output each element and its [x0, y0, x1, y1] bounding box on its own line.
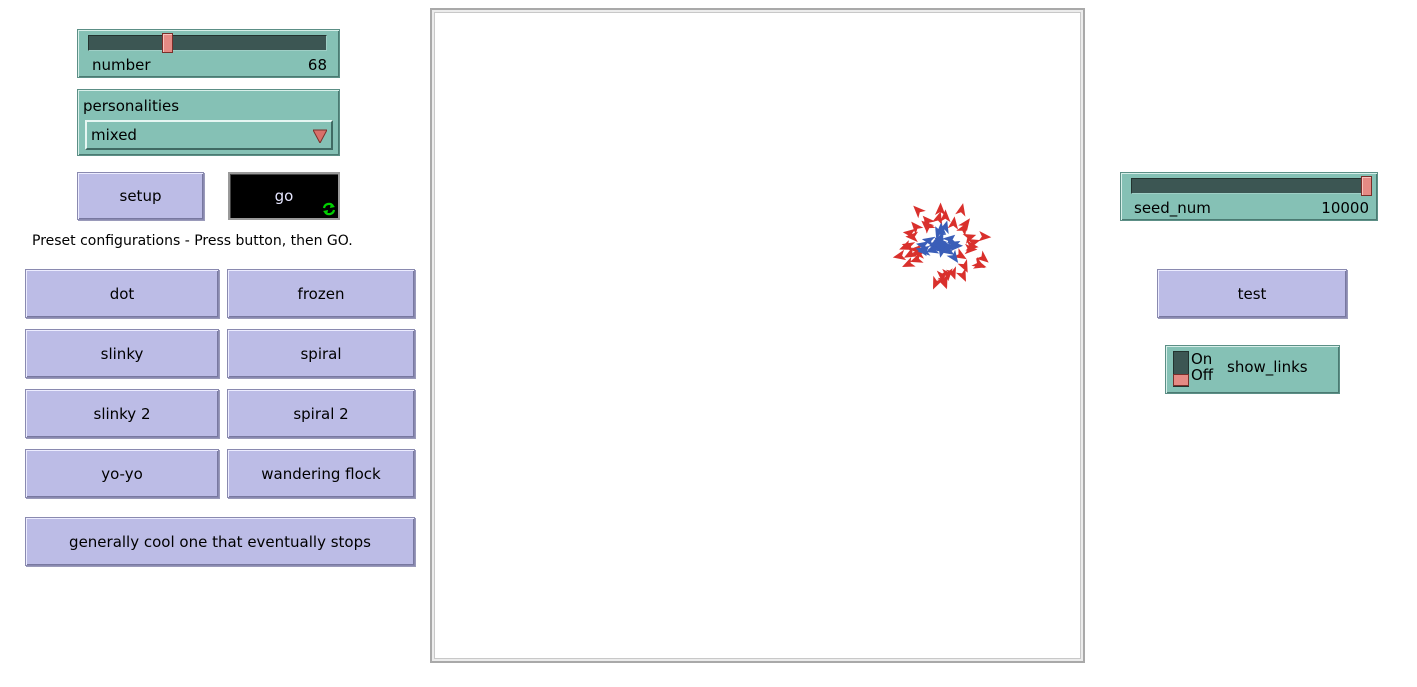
preset-spiral-button[interactable]: spiral — [227, 329, 415, 378]
turtle — [978, 231, 992, 242]
test-button[interactable]: test — [1157, 269, 1347, 318]
preset-frozen-label: frozen — [297, 284, 345, 303]
preset-yo-yo-label: yo-yo — [101, 464, 143, 483]
number-slider-value: 68 — [307, 56, 327, 74]
show-links-label: show_links — [1227, 358, 1308, 376]
switch-knob[interactable] — [1173, 374, 1189, 386]
switch-on-label: On — [1191, 350, 1213, 368]
preset-spiral-2-button[interactable]: spiral 2 — [227, 389, 415, 438]
go-button-label: go — [274, 187, 294, 205]
turtle — [892, 249, 907, 261]
seed-num-slider-knob[interactable] — [1361, 176, 1372, 196]
turtle — [955, 268, 966, 282]
chevron-down-icon — [313, 129, 327, 143]
forever-icon — [322, 202, 336, 216]
personalities-dropdown[interactable]: mixed — [85, 120, 333, 150]
preset-slinky-button[interactable]: slinky — [25, 329, 219, 378]
preset-dot-label: dot — [109, 284, 135, 303]
test-button-label: test — [1237, 284, 1267, 303]
preset-spiral-label: spiral — [300, 344, 342, 363]
preset-wandering-flock-button[interactable]: wandering flock — [227, 449, 415, 498]
number-slider[interactable]: number 68 — [77, 29, 340, 78]
turtle — [955, 203, 966, 217]
preset-slinky-2-label: slinky 2 — [93, 404, 151, 423]
seed-num-slider-label: seed_num — [1134, 199, 1211, 217]
seed-num-slider-value: 10000 — [1321, 199, 1369, 217]
personalities-chooser[interactable]: personalities mixed — [77, 89, 340, 156]
number-slider-track[interactable] — [88, 35, 327, 51]
preset-note: Preset configurations - Press button, th… — [32, 233, 353, 249]
preset-dot-button[interactable]: dot — [25, 269, 219, 318]
preset-slinky-2-button[interactable]: slinky 2 — [25, 389, 219, 438]
personalities-label: personalities — [83, 97, 180, 115]
setup-button-label: setup — [119, 187, 162, 205]
preset-frozen-button[interactable]: frozen — [227, 269, 415, 318]
turtle — [913, 205, 926, 219]
seed-num-slider-track[interactable] — [1131, 178, 1372, 194]
world-view[interactable] — [430, 8, 1085, 663]
preset-cool-button[interactable]: generally cool one that eventually stops — [25, 517, 415, 566]
switch-off-label: Off — [1191, 366, 1214, 384]
preset-slinky-label: slinky — [100, 344, 144, 363]
personalities-selected: mixed — [91, 126, 137, 144]
turtle-flock — [892, 202, 992, 290]
setup-button[interactable]: setup — [77, 172, 204, 220]
preset-yo-yo-button[interactable]: yo-yo — [25, 449, 219, 498]
show-links-switch[interactable]: On Off show_links — [1165, 345, 1340, 394]
number-slider-knob[interactable] — [162, 33, 173, 53]
preset-spiral-2-label: spiral 2 — [293, 404, 349, 423]
seed-num-slider[interactable]: seed_num 10000 — [1120, 172, 1378, 221]
preset-wandering-flock-label: wandering flock — [261, 464, 381, 483]
number-slider-label: number — [92, 56, 151, 74]
turtle — [947, 216, 959, 230]
turtle — [957, 259, 968, 273]
go-button[interactable]: go — [228, 172, 340, 220]
preset-cool-label: generally cool one that eventually stops — [69, 532, 371, 551]
